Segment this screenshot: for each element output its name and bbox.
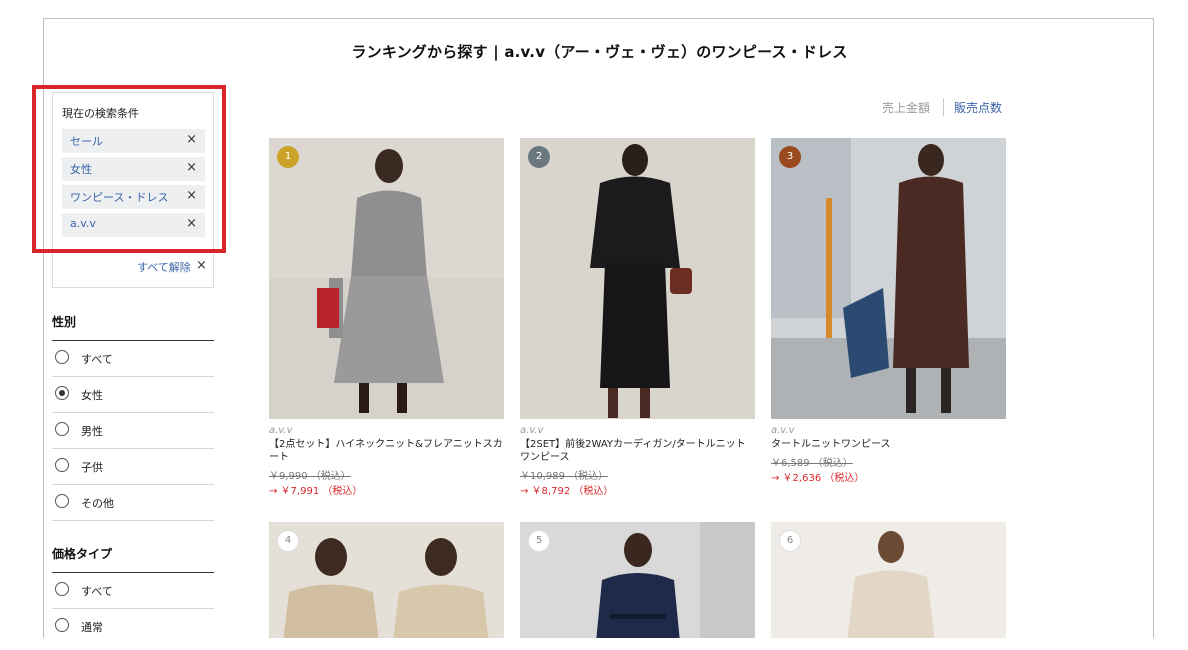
product-image[interactable]: 4 <box>269 522 504 638</box>
rank-badge: 3 <box>779 146 801 168</box>
rank-badge: 6 <box>779 530 801 552</box>
product-name[interactable]: タートルニットワンピース <box>771 438 1006 451</box>
radio-label: 子供 <box>81 461 103 474</box>
condition-chip-brand[interactable]: a.v.v × <box>62 213 205 237</box>
radio-label: すべて <box>81 585 113 598</box>
radio-label: 男性 <box>81 425 103 438</box>
sale-price: → ￥7,991 （税込） <box>269 486 363 497</box>
sale-price: → ￥2,636 （税込） <box>771 473 865 484</box>
radio-label: 通常 <box>81 621 103 634</box>
radio-icon[interactable] <box>55 458 69 472</box>
product-image[interactable]: 1 <box>269 138 504 419</box>
condition-chip-female[interactable]: 女性 × <box>62 157 205 181</box>
radio-option-all[interactable]: すべて <box>52 341 214 377</box>
current-conditions-panel: 現在の検索条件 セール × 女性 × ワンピース・ドレス × a.v.v × す… <box>52 92 214 288</box>
price-type-filter-title: 価格タイプ <box>52 547 113 561</box>
radio-option-other[interactable]: その他 <box>52 485 214 521</box>
product-name[interactable]: 【2SET】前後2WAYカーディガン/タートルニットワンピース <box>520 438 755 464</box>
radio-selected-icon[interactable] <box>55 386 69 400</box>
main-frame: ランキングから探す | a.v.v（アー・ヴェ・ヴェ）のワンピース・ドレス 現在… <box>43 18 1154 638</box>
radio-icon[interactable] <box>55 582 69 596</box>
sale-price: → ￥8,792 （税込） <box>520 486 614 497</box>
product-brand: a.v.v <box>269 425 293 436</box>
clear-all-link[interactable]: すべて解除 <box>137 259 191 275</box>
product-name[interactable]: 【2点セット】ハイネックニット&フレアニットスカート <box>269 438 504 464</box>
radio-icon[interactable] <box>55 618 69 632</box>
original-price: ￥10,989 （税込） <box>520 471 609 482</box>
rank-badge: 4 <box>277 530 299 552</box>
original-price: ￥9,990 （税込） <box>269 471 351 482</box>
product-image[interactable]: 2 <box>520 138 755 419</box>
conditions-title: 現在の検索条件 <box>62 107 139 120</box>
original-price: ￥6,589 （税込） <box>771 458 853 469</box>
close-icon[interactable]: × <box>196 258 207 273</box>
radio-option-price-regular[interactable]: 通常 <box>52 609 214 638</box>
radio-icon[interactable] <box>55 422 69 436</box>
radio-label: 女性 <box>81 389 103 402</box>
condition-chip-onepiece[interactable]: ワンピース・ドレス × <box>62 185 205 209</box>
radio-label: その他 <box>81 497 114 510</box>
rank-badge: 5 <box>528 530 550 552</box>
divider <box>943 98 944 116</box>
product-card-6[interactable]: 6 <box>771 522 1006 638</box>
product-card-5[interactable]: 5 <box>520 522 755 638</box>
product-image[interactable]: 3 <box>771 138 1006 419</box>
condition-chip-sale[interactable]: セール × <box>62 129 205 153</box>
close-icon[interactable]: × <box>186 216 197 231</box>
sort-by-sales-amount[interactable]: 売上金額 <box>882 99 930 116</box>
product-card-2[interactable]: 2 a.v.v 【2SET】前後2WAYカーディガン/タートルニットワンピース … <box>520 138 755 498</box>
sort-by-units-sold[interactable]: 販売点数 <box>954 99 1002 116</box>
radio-icon[interactable] <box>55 350 69 364</box>
product-brand: a.v.v <box>771 425 795 436</box>
chip-label: a.v.v <box>70 217 96 230</box>
chip-label: ワンピース・ドレス <box>70 191 169 204</box>
radio-option-male[interactable]: 男性 <box>52 413 214 449</box>
rank-badge: 1 <box>277 146 299 168</box>
page-title: ランキングから探す | a.v.v（アー・ヴェ・ヴェ）のワンピース・ドレス <box>351 43 848 61</box>
radio-option-female[interactable]: 女性 <box>52 377 214 413</box>
close-icon[interactable]: × <box>186 132 197 147</box>
product-card-1[interactable]: 1 a.v.v 【2点セット】ハイネックニット&フレアニットスカート ￥9,99… <box>269 138 504 498</box>
radio-option-kids[interactable]: 子供 <box>52 449 214 485</box>
gender-filter-title: 性別 <box>52 315 77 329</box>
chip-label: セール <box>70 135 103 148</box>
product-card-3[interactable]: 3 a.v.v タートルニットワンピース ￥6,589 （税込） → ￥2,63… <box>771 138 1006 498</box>
rank-badge: 2 <box>528 146 550 168</box>
product-image[interactable]: 5 <box>520 522 755 638</box>
radio-option-price-all[interactable]: すべて <box>52 573 214 609</box>
close-icon[interactable]: × <box>186 188 197 203</box>
close-icon[interactable]: × <box>186 160 197 175</box>
chip-label: 女性 <box>70 163 92 176</box>
product-brand: a.v.v <box>520 425 544 436</box>
product-card-4[interactable]: 4 <box>269 522 504 638</box>
radio-icon[interactable] <box>55 494 69 508</box>
product-image[interactable]: 6 <box>771 522 1006 638</box>
radio-label: すべて <box>81 353 113 366</box>
